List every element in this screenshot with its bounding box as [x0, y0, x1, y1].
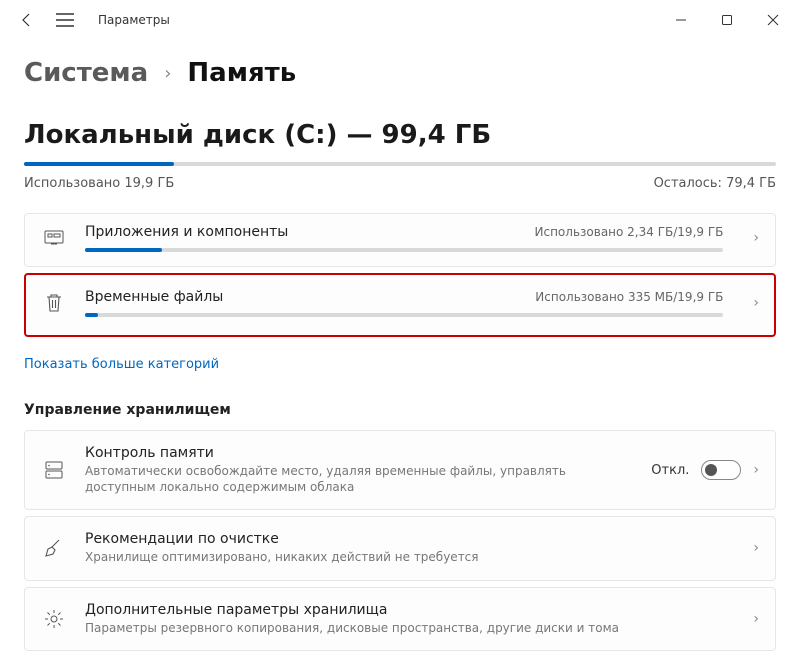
- category-bar: [85, 313, 723, 317]
- drive-icon: [41, 460, 67, 480]
- menu-button[interactable]: [50, 13, 80, 27]
- category-label: Временные файлы: [85, 289, 223, 305]
- disk-usage-fill: [24, 162, 174, 166]
- chevron-right-icon: ›: [753, 230, 759, 246]
- chevron-right-icon: ›: [753, 295, 759, 311]
- gear-icon: [41, 609, 67, 629]
- category-bar: [85, 248, 723, 252]
- minimize-button[interactable]: [658, 4, 704, 36]
- breadcrumb-storage: Память: [187, 58, 296, 88]
- breadcrumb-system[interactable]: Система: [24, 58, 148, 88]
- window-title: Параметры: [98, 13, 170, 27]
- chevron-right-icon: ›: [753, 462, 759, 478]
- card-label: Контроль памяти: [85, 445, 633, 461]
- category-apps[interactable]: Приложения и компоненты Использовано 2,3…: [24, 213, 776, 267]
- category-temp-files[interactable]: Временные файлы Использовано 335 МБ/19,9…: [24, 273, 776, 337]
- card-desc: Параметры резервного копирования, дисков…: [85, 620, 735, 636]
- card-desc: Хранилище оптимизировано, никаких действ…: [85, 549, 735, 565]
- storage-sense-card[interactable]: Контроль памяти Автоматически освобождай…: [24, 430, 776, 510]
- breadcrumb: Система › Память: [24, 58, 776, 88]
- show-more-link[interactable]: Показать больше категорий: [24, 357, 219, 372]
- chevron-right-icon: ›: [164, 63, 171, 84]
- disk-used-label: Использовано 19,9 ГБ: [24, 176, 174, 191]
- card-desc: Автоматически освобождайте место, удаляя…: [85, 463, 633, 495]
- close-button[interactable]: [750, 4, 796, 36]
- titlebar: Параметры: [0, 0, 800, 40]
- broom-icon: [41, 538, 67, 558]
- back-button[interactable]: [12, 12, 42, 28]
- category-meta: Использовано 335 МБ/19,9 ГБ: [535, 290, 723, 304]
- cleanup-recommendations-card[interactable]: Рекомендации по очистке Хранилище оптими…: [24, 516, 776, 580]
- maximize-button[interactable]: [704, 4, 750, 36]
- category-meta: Использовано 2,34 ГБ/19,9 ГБ: [535, 225, 724, 239]
- card-label: Дополнительные параметры хранилища: [85, 602, 735, 618]
- disk-usage-bar: [24, 162, 776, 166]
- trash-icon: [41, 293, 67, 313]
- section-title: Управление хранилищем: [24, 402, 776, 418]
- apps-icon: [41, 230, 67, 246]
- storage-sense-toggle[interactable]: [701, 460, 741, 480]
- chevron-right-icon: ›: [753, 611, 759, 627]
- toggle-state-label: Откл.: [651, 463, 689, 478]
- disk-title: Локальный диск (C:) — 99,4 ГБ: [24, 120, 776, 150]
- disk-free-label: Осталось: 79,4 ГБ: [654, 176, 776, 191]
- card-label: Рекомендации по очистке: [85, 531, 735, 547]
- category-label: Приложения и компоненты: [85, 224, 288, 240]
- chevron-right-icon: ›: [753, 540, 759, 556]
- advanced-storage-card[interactable]: Дополнительные параметры хранилища Парам…: [24, 587, 776, 651]
